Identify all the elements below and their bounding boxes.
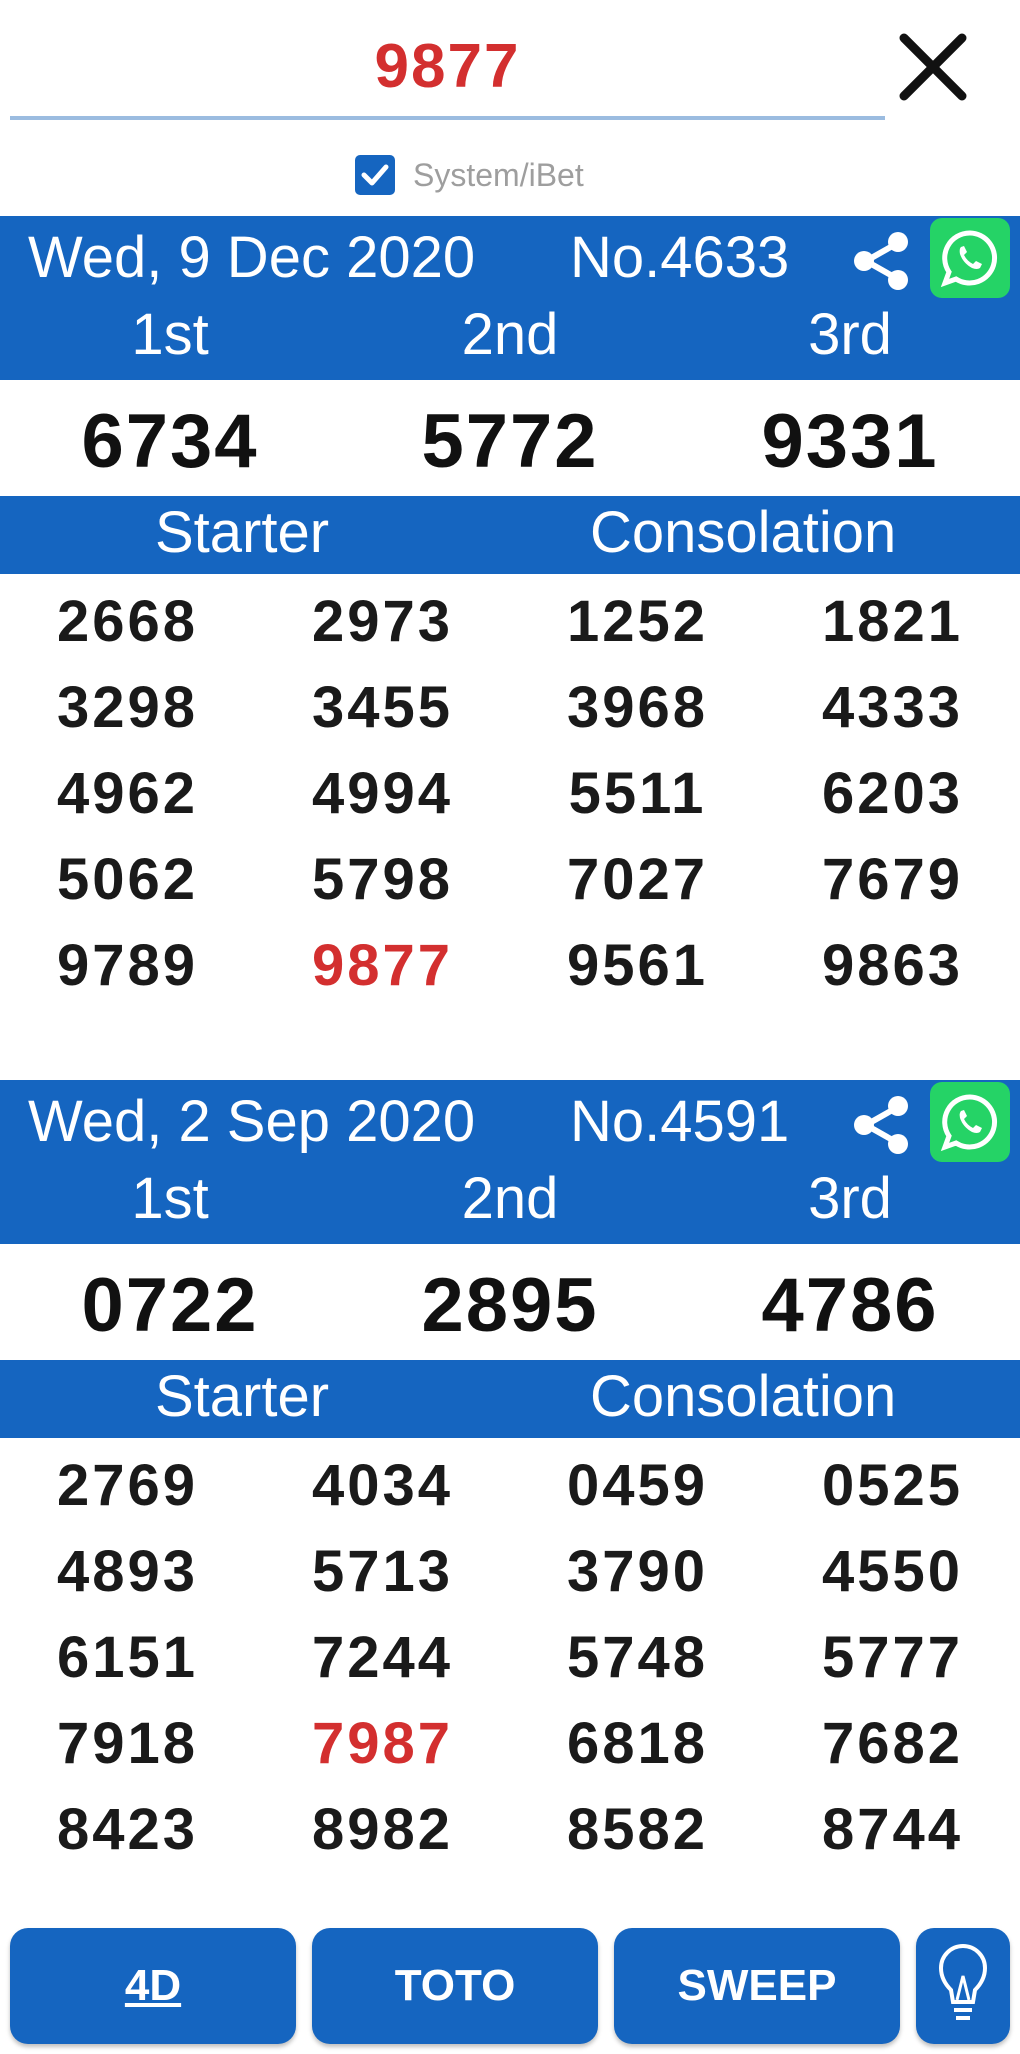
result-number: 4550 (821, 1539, 964, 1604)
result-number: 2973 (311, 589, 454, 654)
tips-button[interactable] (916, 1928, 1010, 2044)
result-number: 9863 (821, 933, 964, 998)
tab-4d[interactable]: 4D (10, 1928, 296, 2044)
result-number: 4034 (311, 1453, 454, 1518)
result-number: 6203 (821, 761, 964, 826)
top-prizes: 6734 5772 9331 (0, 380, 1020, 496)
draw-header: Wed, 2 Sep 2020 No.4591 (0, 1080, 1020, 1164)
prize-label-3rd: 3rd (808, 1166, 892, 1231)
prize-1st-number: 0722 (81, 1263, 259, 1348)
prize-labels: 1st 2nd 3rd (0, 300, 1020, 380)
result-number: 5777 (821, 1625, 964, 1690)
search-underline (10, 116, 885, 120)
result-number: 3455 (311, 675, 454, 740)
result-number: 0525 (821, 1453, 964, 1518)
result-number: 2769 (56, 1453, 199, 1518)
result-number: 7679 (821, 847, 964, 912)
result-number: 7027 (566, 847, 709, 912)
check-icon (361, 164, 389, 186)
bottom-nav: 4D TOTO SWEEP (0, 1928, 1020, 2046)
share-icon (854, 232, 908, 290)
tab-sweep[interactable]: SWEEP (614, 1928, 900, 2044)
result-number: 5748 (566, 1625, 709, 1690)
result-number: 6151 (56, 1625, 199, 1690)
result-number: 1821 (821, 589, 964, 654)
prize-labels: 1st 2nd 3rd (0, 1164, 1020, 1244)
result-number: 7987 (311, 1711, 454, 1776)
share-button[interactable] (846, 226, 916, 296)
result-number: 0459 (566, 1453, 709, 1518)
result-number: 4994 (311, 761, 454, 826)
result-number: 8582 (566, 1797, 709, 1862)
prize-1st-number: 6734 (81, 399, 259, 484)
result-number: 5511 (568, 761, 707, 826)
whatsapp-icon (940, 1094, 998, 1152)
starter-label: Starter (155, 1364, 330, 1429)
result-number: 8982 (311, 1797, 454, 1862)
prize-3rd-number: 4786 (761, 1263, 939, 1348)
result-number: 7682 (821, 1711, 964, 1776)
number-grid: 2668 2973 1252 1821 3298 3455 3968 4333 4962 4994… (0, 574, 1020, 1014)
prize-label-1st: 1st (131, 1166, 209, 1231)
search-input[interactable] (10, 18, 885, 114)
consolation-label: Consolation (590, 1364, 897, 1429)
result-number: 4333 (821, 675, 964, 740)
result-number: 5062 (56, 847, 199, 912)
starter-label: Starter (155, 500, 330, 565)
result-number: 6818 (566, 1711, 709, 1776)
prize-label-3rd: 3rd (808, 302, 892, 367)
result-number: 8744 (821, 1797, 964, 1862)
top-prizes: 0722 2895 4786 (0, 1244, 1020, 1360)
result-number: 3968 (566, 675, 709, 740)
section-labels: Starter Consolation (0, 1360, 1020, 1438)
draw-number: No.4633 (570, 225, 790, 290)
number-grid: 2769 4034 0459 0525 4893 5713 3790 4550 6151 7244… (0, 1438, 1020, 1878)
whatsapp-share-button[interactable] (930, 1082, 1010, 1162)
result-number: 9877 (311, 933, 454, 998)
prize-label-1st: 1st (131, 302, 209, 367)
draw-result-card: Wed, 2 Sep 2020 No.4591 1st 2nd 3rd 0722… (0, 1080, 1020, 1878)
result-number: 4962 (56, 761, 199, 826)
close-icon (899, 33, 967, 101)
result-number: 7918 (56, 1711, 199, 1776)
result-number: 9789 (56, 933, 199, 998)
consolation-label: Consolation (590, 500, 897, 565)
tab-toto[interactable]: TOTO (312, 1928, 598, 2044)
result-number: 1252 (566, 589, 709, 654)
draw-result-card: Wed, 9 Dec 2020 No.4633 1st 2nd 3rd 6734… (0, 216, 1020, 1014)
draw-header: Wed, 9 Dec 2020 No.4633 (0, 216, 1020, 300)
result-number: 2668 (56, 589, 199, 654)
prize-label-2nd: 2nd (461, 1166, 559, 1231)
result-number: 4893 (56, 1539, 199, 1604)
result-number: 3298 (56, 675, 199, 740)
result-number: 8423 (56, 1797, 199, 1862)
result-number: 7244 (311, 1625, 454, 1690)
result-number: 3790 (566, 1539, 709, 1604)
whatsapp-share-button[interactable] (930, 218, 1010, 298)
close-button[interactable] (888, 22, 978, 112)
prize-label-2nd: 2nd (461, 302, 559, 367)
result-number: 5798 (311, 847, 454, 912)
search-bar (10, 18, 885, 120)
share-icon (854, 1096, 908, 1154)
draw-date: Wed, 9 Dec 2020 (28, 225, 476, 290)
system-ibet-label: System/iBet (413, 156, 584, 193)
prize-2nd-number: 2895 (421, 1263, 599, 1348)
whatsapp-icon (940, 230, 998, 288)
draw-number: No.4591 (570, 1089, 790, 1154)
system-ibet-checkbox[interactable] (355, 155, 395, 195)
result-number: 5713 (311, 1539, 454, 1604)
draw-date: Wed, 2 Sep 2020 (28, 1089, 476, 1154)
prize-3rd-number: 9331 (761, 399, 939, 484)
section-labels: Starter Consolation (0, 496, 1020, 574)
prize-2nd-number: 5772 (421, 399, 599, 484)
share-button[interactable] (846, 1090, 916, 1160)
system-ibet-option: System/iBet (355, 150, 584, 200)
result-number: 9561 (566, 933, 709, 998)
lightbulb-icon (938, 1943, 988, 2020)
